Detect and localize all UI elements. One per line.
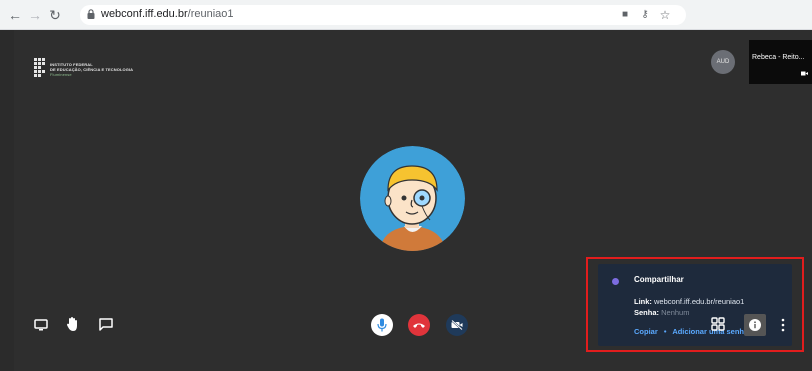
logo-grid-icon	[34, 58, 45, 77]
copy-link[interactable]: Copiar	[634, 327, 658, 336]
separator: •	[663, 327, 667, 336]
share-password-line: Senha: Nenhum	[634, 308, 689, 317]
url-path: /reuniao1	[187, 8, 234, 20]
more-options-icon[interactable]	[780, 318, 786, 332]
info-button[interactable]	[744, 314, 766, 336]
participant-avatar[interactable]: AUD	[711, 50, 735, 74]
share-dot-icon	[612, 278, 619, 285]
camera-off-icon	[801, 71, 808, 76]
password-label: Senha:	[634, 308, 660, 317]
participant-name: Rebeca - Reito...	[752, 54, 805, 61]
reload-icon[interactable]: ↻	[46, 6, 64, 24]
lock-icon[interactable]	[87, 9, 95, 19]
address-bar[interactable]: webconf.iff.edu.br/reuniao1 ■ ⚷ ☆	[80, 5, 686, 25]
participant-thumbnail[interactable]: Rebeca - Reito...	[749, 40, 812, 84]
highlight-box: Compartilhar Link: webconf.iff.edu.br/re…	[586, 257, 804, 352]
star-icon[interactable]: ☆	[658, 8, 672, 22]
camera-off-icon	[451, 320, 463, 330]
screen-share-icon[interactable]	[34, 319, 48, 331]
camera-blocked-icon[interactable]: ■	[618, 8, 632, 22]
chat-icon[interactable]	[99, 318, 113, 331]
raise-hand-icon[interactable]	[66, 316, 80, 332]
url-text[interactable]: webconf.iff.edu.br/reuniao1	[101, 8, 234, 20]
url-domain: webconf.iff.edu.br	[101, 8, 188, 20]
camera-button[interactable]	[446, 314, 468, 336]
microphone-button[interactable]	[371, 314, 393, 336]
logo-text: INSTITUTO FEDERAL DE EDUCAÇÃO, CIÊNCIA E…	[50, 62, 133, 77]
tile-view-icon[interactable]	[711, 317, 725, 331]
share-title: Compartilhar	[634, 275, 684, 284]
link-value[interactable]: webconf.iff.edu.br/reuniao1	[654, 297, 744, 306]
hangup-icon	[413, 323, 425, 328]
forward-icon[interactable]: →	[26, 6, 44, 24]
password-value: Nenhum	[661, 308, 690, 317]
link-label: Link:	[634, 297, 652, 306]
info-icon	[749, 319, 761, 331]
hangup-button[interactable]	[408, 314, 430, 336]
back-icon[interactable]: ←	[6, 6, 24, 24]
microphone-icon	[377, 318, 387, 332]
browser-toolbar: ← → ↻ webconf.iff.edu.br/reuniao1 ■ ⚷ ☆	[0, 0, 812, 30]
user-avatar-illustration	[360, 146, 465, 251]
share-link-line: Link: webconf.iff.edu.br/reuniao1	[634, 297, 744, 306]
logo-line3: Fluminense	[50, 72, 72, 77]
share-actions: Copiar • Adicionar uma senha	[634, 327, 748, 336]
key-icon[interactable]: ⚷	[638, 8, 652, 22]
